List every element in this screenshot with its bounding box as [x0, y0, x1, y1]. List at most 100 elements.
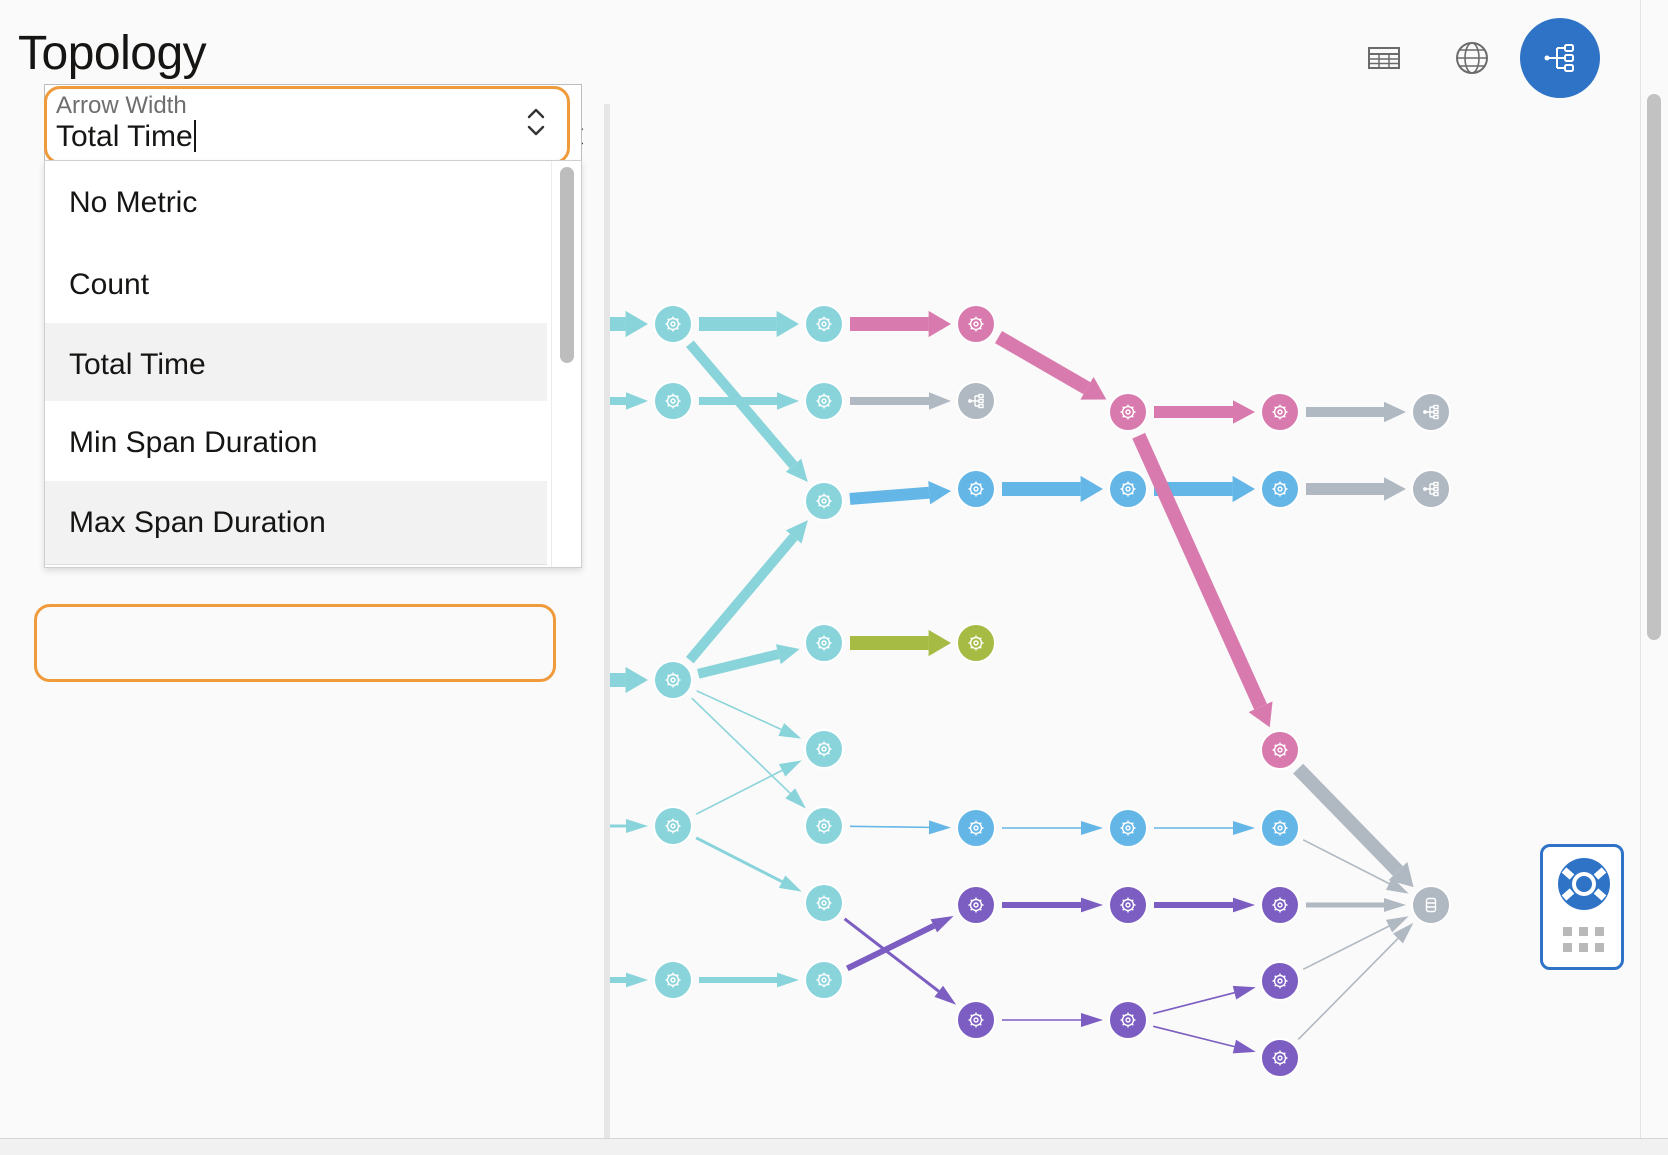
node-circle — [653, 960, 693, 1000]
topology-node[interactable] — [956, 885, 996, 925]
edge-arrowhead — [776, 310, 799, 338]
edge-arrowhead — [1081, 821, 1103, 835]
topology-node[interactable] — [1108, 808, 1148, 848]
topology-node[interactable] — [956, 304, 996, 344]
option-total-time[interactable]: Total Time — [45, 323, 547, 407]
edge[interactable] — [1302, 925, 1390, 971]
edge[interactable] — [1293, 763, 1403, 876]
edge-arrowhead — [928, 481, 952, 505]
topology-node[interactable] — [1260, 469, 1300, 509]
topology-node[interactable] — [1108, 1000, 1148, 1040]
topology-view-button[interactable] — [1520, 18, 1600, 98]
page-scrollbar[interactable] — [1640, 0, 1668, 1140]
node-circle — [1411, 885, 1451, 925]
option-no-metric[interactable]: No Metric — [45, 161, 547, 245]
topology-node[interactable] — [804, 883, 844, 923]
topology-node[interactable] — [956, 469, 996, 509]
edge[interactable] — [697, 649, 780, 679]
node-circle — [804, 623, 844, 663]
edge-arrowhead — [1384, 898, 1406, 912]
edge-arrowhead — [1384, 477, 1406, 501]
listbox-scroll-thumb[interactable] — [560, 167, 574, 363]
edge-arrowhead — [778, 760, 802, 777]
topology-node[interactable] — [1260, 961, 1300, 1001]
topology-node[interactable] — [653, 304, 693, 344]
topology-node[interactable] — [1260, 730, 1300, 770]
node-circle — [653, 304, 693, 344]
edge-arrowhead — [625, 666, 648, 694]
listbox-scrollbar[interactable] — [551, 161, 581, 567]
node-circle — [1260, 392, 1300, 432]
topology-node[interactable] — [1260, 808, 1300, 848]
edge[interactable] — [1132, 432, 1267, 710]
edge[interactable] — [685, 533, 798, 664]
topology-node[interactable] — [1108, 392, 1148, 432]
topology-node[interactable] — [653, 806, 693, 846]
topology-node[interactable] — [804, 381, 844, 421]
edge[interactable] — [1153, 1025, 1235, 1048]
node-circle — [804, 304, 844, 344]
edge-arrowhead — [626, 392, 648, 410]
topology-node[interactable] — [804, 304, 844, 344]
topology-node[interactable] — [804, 960, 844, 1000]
select-value-wrap[interactable]: Total Time — [56, 120, 196, 154]
edge-arrowhead — [1232, 985, 1256, 1000]
topology-node[interactable] — [804, 729, 844, 769]
option-count[interactable]: Count — [45, 243, 547, 327]
topology-node[interactable] — [956, 623, 996, 663]
edge-arrowhead — [778, 875, 802, 892]
topology-node[interactable] — [956, 808, 996, 848]
topology-node[interactable] — [1108, 885, 1148, 925]
edge-arrowhead — [1233, 897, 1255, 913]
topology-node[interactable] — [1260, 1038, 1300, 1078]
edge[interactable] — [696, 690, 782, 731]
topology-node[interactable] — [956, 1000, 996, 1040]
topology-graph[interactable] — [610, 100, 1640, 1138]
edge-arrowhead — [1384, 401, 1406, 423]
edge[interactable] — [994, 330, 1091, 395]
select-value: Total Time — [56, 120, 193, 153]
topology-node[interactable] — [956, 381, 996, 421]
edge-arrowhead — [777, 972, 799, 988]
node-circle — [804, 806, 844, 846]
edge[interactable] — [1297, 937, 1399, 1041]
node-circle — [653, 806, 693, 846]
topology-node[interactable] — [804, 806, 844, 846]
node-circle — [1260, 1038, 1300, 1078]
edge-arrowhead — [778, 723, 802, 739]
topology-node[interactable] — [1411, 392, 1451, 432]
topology-node[interactable] — [1108, 469, 1148, 509]
chevron-updown-icon[interactable] — [524, 104, 548, 140]
edge-arrowhead — [928, 310, 951, 338]
lifebuoy-icon — [1558, 858, 1610, 910]
topology-node[interactable] — [653, 381, 693, 421]
topology-node[interactable] — [804, 623, 844, 663]
node-circle — [804, 883, 844, 923]
topology-node[interactable] — [1411, 885, 1451, 925]
arrow-width-listbox[interactable]: No Metric Count Total Time Min Span Dura… — [44, 160, 582, 568]
map-view-button[interactable] — [1452, 38, 1492, 78]
edge[interactable] — [1152, 991, 1235, 1015]
node-circle — [956, 885, 996, 925]
edge[interactable] — [691, 697, 791, 794]
edge[interactable] — [695, 836, 783, 883]
node-circle — [653, 660, 693, 700]
topology-node[interactable] — [1260, 885, 1300, 925]
table-view-button[interactable] — [1364, 40, 1404, 76]
edge[interactable] — [849, 825, 930, 829]
page-scroll-thumb[interactable] — [1647, 94, 1661, 640]
edge-arrowhead — [930, 916, 954, 933]
option-min-span-duration[interactable]: Min Span Duration — [45, 401, 547, 485]
topology-node[interactable] — [653, 660, 693, 700]
edge-arrowhead — [1081, 897, 1103, 913]
topology-node[interactable] — [653, 960, 693, 1000]
topology-node[interactable] — [1260, 392, 1300, 432]
help-widget[interactable] — [1540, 844, 1624, 970]
edge[interactable] — [695, 769, 783, 815]
node-circle — [1108, 392, 1148, 432]
topology-node[interactable] — [1411, 469, 1451, 509]
topology-node[interactable] — [804, 481, 844, 521]
edge-arrowhead — [1081, 1013, 1103, 1027]
edge[interactable] — [849, 486, 930, 505]
option-max-span-duration[interactable]: Max Span Duration — [45, 481, 547, 565]
